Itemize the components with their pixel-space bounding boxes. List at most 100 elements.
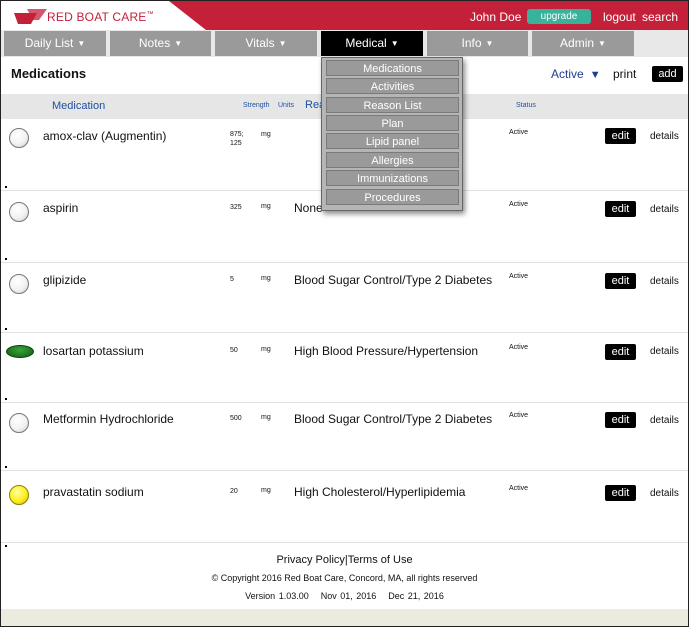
row-marker bbox=[5, 466, 7, 468]
medication-reason: None bbox=[294, 201, 323, 215]
footer-links: Privacy Policy|Terms of Use bbox=[1, 554, 688, 566]
medication-units: mg bbox=[261, 487, 271, 494]
menu-item-plan[interactable]: Plan bbox=[326, 115, 459, 131]
medication-name: glipizide bbox=[43, 273, 87, 287]
tab-daily-list[interactable]: Daily List ▼ bbox=[4, 31, 106, 56]
details-link[interactable]: details bbox=[650, 415, 679, 426]
medication-reason: High Blood Pressure/Hypertension bbox=[294, 344, 479, 358]
page-title: Medications bbox=[11, 66, 87, 81]
medical-dropdown-menu: Medications Activities Reason List Plan … bbox=[321, 57, 463, 211]
medication-strength: 500 bbox=[230, 415, 242, 422]
app-window: RED BOAT CARE™ John Doe upgrade logout s… bbox=[0, 0, 689, 627]
edit-button[interactable]: edit bbox=[605, 201, 636, 217]
tab-medical[interactable]: Medical ▼ bbox=[321, 31, 423, 56]
medication-status: Active bbox=[509, 201, 529, 208]
header-units[interactable]: Units bbox=[278, 102, 294, 109]
white-pill-icon bbox=[9, 274, 29, 294]
build-date: Dec 21, 2016 bbox=[388, 591, 444, 601]
tab-vitals[interactable]: Vitals ▼ bbox=[215, 31, 317, 56]
chevron-down-icon: ▼ bbox=[174, 39, 183, 48]
chevron-down-icon: ▼ bbox=[278, 39, 287, 48]
table-row: Metformin Hydrochloride 500 mg Blood Sug… bbox=[1, 403, 688, 471]
medication-reason: Blood Sugar Control/Type 2 Diabetes bbox=[294, 273, 493, 287]
medication-units: mg bbox=[261, 131, 271, 138]
tab-admin[interactable]: Admin ▼ bbox=[532, 31, 634, 56]
logo[interactable]: RED BOAT CARE™ bbox=[1, 1, 206, 30]
menu-item-reason-list[interactable]: Reason List bbox=[326, 97, 459, 113]
medication-status: Active bbox=[509, 273, 529, 280]
status-filter-select[interactable]: Active ▼ bbox=[551, 67, 601, 81]
header-status[interactable]: Status bbox=[516, 102, 536, 109]
edit-button[interactable]: edit bbox=[605, 412, 636, 428]
edit-button[interactable]: edit bbox=[605, 344, 636, 360]
menu-item-allergies[interactable]: Allergies bbox=[326, 152, 459, 168]
privacy-policy-link[interactable]: Privacy Policy bbox=[276, 554, 344, 566]
medication-name: aspirin bbox=[43, 201, 79, 215]
chevron-down-icon: ▼ bbox=[390, 39, 399, 48]
row-marker bbox=[5, 258, 7, 260]
green-pill-icon bbox=[6, 345, 34, 358]
menu-item-procedures[interactable]: Procedures bbox=[326, 189, 459, 205]
add-button[interactable]: add bbox=[652, 66, 683, 82]
chevron-down-icon: ▼ bbox=[77, 39, 86, 48]
medication-strength: 5 bbox=[230, 276, 234, 283]
release-date: Nov 01, 2016 bbox=[320, 591, 377, 601]
brand-name: RED BOAT CARE™ bbox=[47, 10, 154, 24]
header-strength[interactable]: Strength bbox=[243, 102, 269, 109]
chevron-down-icon: ▼ bbox=[485, 39, 494, 48]
medication-units: mg bbox=[261, 203, 271, 210]
yellow-pill-icon bbox=[9, 485, 29, 505]
row-marker bbox=[5, 186, 7, 188]
details-link[interactable]: details bbox=[650, 276, 679, 287]
row-marker bbox=[5, 545, 7, 547]
medication-status: Active bbox=[509, 485, 529, 492]
menu-item-lipid-panel[interactable]: Lipid panel bbox=[326, 133, 459, 149]
medication-name: pravastatin sodium bbox=[43, 485, 144, 499]
medication-strength: 875; 125 bbox=[230, 131, 244, 147]
upgrade-button[interactable]: upgrade bbox=[527, 9, 591, 24]
details-link[interactable]: details bbox=[650, 488, 679, 499]
menu-item-immunizations[interactable]: Immunizations bbox=[326, 170, 459, 186]
edit-button[interactable]: edit bbox=[605, 128, 636, 144]
tab-notes[interactable]: Notes ▼ bbox=[110, 31, 211, 56]
table-row: glipizide 5 mg Blood Sugar Control/Type … bbox=[1, 263, 688, 333]
tab-info[interactable]: Info ▼ bbox=[427, 31, 528, 56]
edit-button[interactable]: edit bbox=[605, 485, 636, 501]
chevron-down-icon: ▼ bbox=[598, 39, 606, 48]
medication-reason: High Cholesterol/Hyperlipidemia bbox=[294, 485, 466, 499]
table-row: losartan potassium 50 mg High Blood Pres… bbox=[1, 333, 688, 403]
medication-units: mg bbox=[261, 275, 271, 282]
white-pill-icon bbox=[9, 413, 29, 433]
white-pill-icon bbox=[9, 202, 29, 222]
medication-strength: 50 bbox=[230, 347, 238, 354]
medication-name: Metformin Hydrochloride bbox=[43, 412, 174, 426]
details-link[interactable]: details bbox=[650, 346, 679, 357]
details-link[interactable]: details bbox=[650, 131, 679, 142]
main-nav: Daily List ▼ Notes ▼ Vitals ▼ Medical ▼ Info… bbox=[1, 30, 688, 57]
boat-logo-icon bbox=[14, 9, 47, 24]
terms-of-use-link[interactable]: Terms of Use bbox=[348, 554, 413, 566]
medication-status: Active bbox=[509, 344, 529, 351]
details-link[interactable]: details bbox=[650, 204, 679, 215]
header-reason[interactable]: Reason bbox=[305, 99, 321, 111]
version-number: Version 1.03.00 bbox=[245, 591, 309, 601]
copyright-text: © Copyright 2016 Red Boat Care, Concord,… bbox=[211, 573, 478, 583]
row-marker bbox=[5, 328, 7, 330]
medication-reason: Blood Sugar Control/Type 2 Diabetes bbox=[294, 412, 493, 426]
medication-units: mg bbox=[261, 414, 271, 421]
logout-link[interactable]: logout bbox=[603, 10, 636, 24]
edit-button[interactable]: edit bbox=[605, 273, 636, 289]
print-link[interactable]: print bbox=[613, 67, 636, 81]
medication-strength: 20 bbox=[230, 488, 238, 495]
version-info: Version 1.03.00 Nov 01, 2016 Dec 21, 2016 bbox=[1, 591, 688, 601]
menu-item-activities[interactable]: Activities bbox=[326, 78, 459, 94]
medication-strength: 325 bbox=[230, 204, 242, 211]
medication-name: amox-clav (Augmentin) bbox=[43, 129, 167, 143]
menu-item-medications[interactable]: Medications bbox=[326, 60, 459, 76]
user-name[interactable]: John Doe bbox=[470, 10, 521, 24]
row-marker bbox=[5, 398, 7, 400]
top-header: RED BOAT CARE™ John Doe upgrade logout s… bbox=[1, 1, 688, 30]
search-link[interactable]: search bbox=[642, 10, 678, 24]
header-medication[interactable]: Medication bbox=[52, 100, 105, 112]
table-row: pravastatin sodium 20 mg High Cholestero… bbox=[1, 471, 688, 547]
